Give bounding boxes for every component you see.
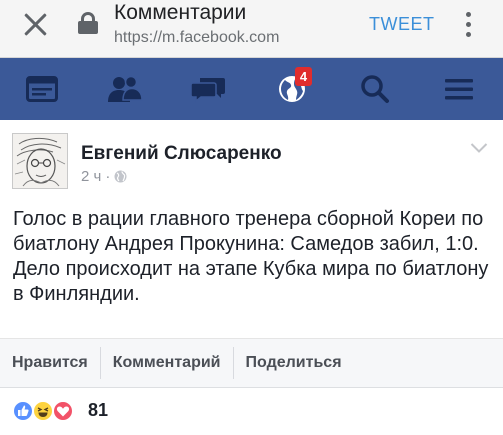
nav-messages[interactable]	[178, 58, 238, 120]
reaction-count: 81	[88, 400, 109, 420]
meta-separator: ·	[105, 168, 111, 185]
like-reaction-icon	[12, 400, 34, 422]
browser-toolbar: Комментарии https://m.facebook.com TWEET	[0, 0, 503, 58]
menu-icon	[445, 79, 473, 100]
page-url: https://m.facebook.com	[114, 29, 280, 46]
nav-news-feed[interactable]	[12, 58, 72, 120]
more-vert-icon[interactable]	[463, 12, 473, 38]
notification-badge: 4	[295, 67, 312, 86]
close-icon[interactable]	[22, 11, 48, 37]
lock-icon	[78, 12, 98, 34]
nav-search[interactable]	[345, 58, 405, 120]
chevron-down-icon[interactable]	[470, 142, 488, 154]
comment-button[interactable]: Комментарий	[101, 347, 233, 379]
tweet-button[interactable]: TWEET	[369, 14, 435, 35]
search-icon	[361, 75, 389, 103]
share-button[interactable]: Поделиться	[234, 347, 354, 379]
reaction-icons	[12, 400, 78, 422]
friends-icon	[108, 75, 143, 102]
post-actions-bar: Нравится Комментарий Поделиться	[0, 338, 503, 387]
post-author[interactable]: Евгений Слюсаренко	[81, 143, 282, 165]
avatar-sketch-image	[13, 134, 67, 188]
facebook-nav-bar: 4	[0, 58, 503, 120]
post-meta: 2 ч ·	[81, 168, 127, 185]
haha-reaction-icon	[32, 400, 54, 422]
nav-menu[interactable]	[429, 58, 489, 120]
post-text: Голос в рации главного тренера сборной К…	[13, 208, 489, 305]
like-button[interactable]: Нравится	[0, 347, 100, 379]
reactions-summary[interactable]: 81	[0, 388, 503, 435]
post-card: Евгений Слюсаренко 2 ч · Голос в рации г…	[0, 120, 503, 388]
post-time[interactable]: 2 ч	[81, 168, 101, 185]
love-reaction-icon	[52, 400, 74, 422]
nav-notifications[interactable]: 4	[262, 58, 322, 120]
nav-friends[interactable]	[95, 58, 155, 120]
messages-icon	[190, 78, 225, 103]
page-title: Комментарии	[114, 1, 247, 24]
avatar[interactable]	[12, 133, 68, 189]
news-feed-icon	[26, 76, 58, 102]
public-globe-icon	[114, 170, 127, 183]
